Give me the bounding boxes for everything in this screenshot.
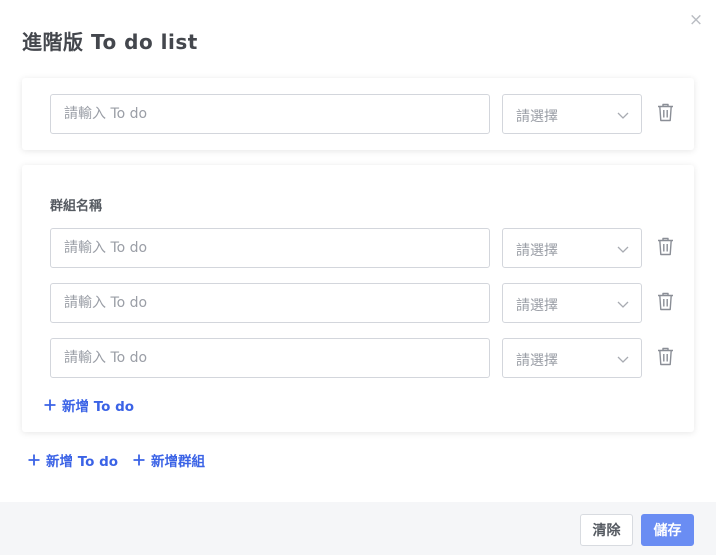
trash-icon[interactable] [657, 347, 674, 366]
close-icon[interactable]: × [686, 10, 706, 30]
chevron-down-icon [617, 112, 629, 119]
category-select[interactable]: 請選擇 [502, 338, 642, 378]
clear-button[interactable]: 清除 [580, 514, 633, 546]
select-placeholder: 請選擇 [516, 243, 558, 259]
select-placeholder: 請選擇 [516, 298, 558, 314]
add-group-button[interactable]: 新增群組 [133, 450, 205, 470]
todo-row: 請選擇 [50, 94, 682, 134]
todo-dialog: 進階版 To do list × 請選擇 群組名稱 請選擇 [0, 0, 716, 555]
todo-input[interactable] [50, 94, 490, 134]
add-todo-button[interactable]: 新增 To do [28, 450, 118, 470]
select-placeholder: 請選擇 [516, 109, 558, 125]
category-select[interactable]: 請選擇 [502, 228, 642, 268]
group-name: 群組名稱 [50, 199, 103, 214]
plus-icon [133, 454, 145, 466]
todo-row: 請選擇 [50, 338, 682, 378]
ungrouped-todo-card: 請選擇 [22, 78, 694, 150]
add-group-label: 新增群組 [151, 454, 205, 470]
trash-icon[interactable] [657, 103, 674, 122]
todo-group-card: 群組名稱 請選擇 請選擇 [22, 165, 694, 432]
todo-row: 請選擇 [50, 228, 682, 268]
select-placeholder: 請選擇 [516, 353, 558, 369]
trash-icon[interactable] [657, 292, 674, 311]
chevron-down-icon [617, 301, 629, 308]
plus-icon [28, 454, 40, 466]
todo-input[interactable] [50, 283, 490, 323]
chevron-down-icon [617, 356, 629, 363]
plus-icon [44, 399, 56, 411]
dialog-footer: 清除 儲存 [0, 502, 716, 555]
group-add-todo-label: 新增 To do [62, 399, 135, 415]
todo-input[interactable] [50, 228, 490, 268]
category-select[interactable]: 請選擇 [502, 94, 642, 134]
category-select[interactable]: 請選擇 [502, 283, 642, 323]
todo-row: 請選擇 [50, 283, 682, 323]
trash-icon[interactable] [657, 237, 674, 256]
todo-input[interactable] [50, 338, 490, 378]
chevron-down-icon [617, 246, 629, 253]
dialog-title: 進階版 To do list [22, 30, 198, 54]
save-button[interactable]: 儲存 [641, 514, 694, 546]
group-add-todo-button[interactable]: 新增 To do [44, 395, 134, 415]
add-todo-label: 新增 To do [46, 454, 119, 470]
